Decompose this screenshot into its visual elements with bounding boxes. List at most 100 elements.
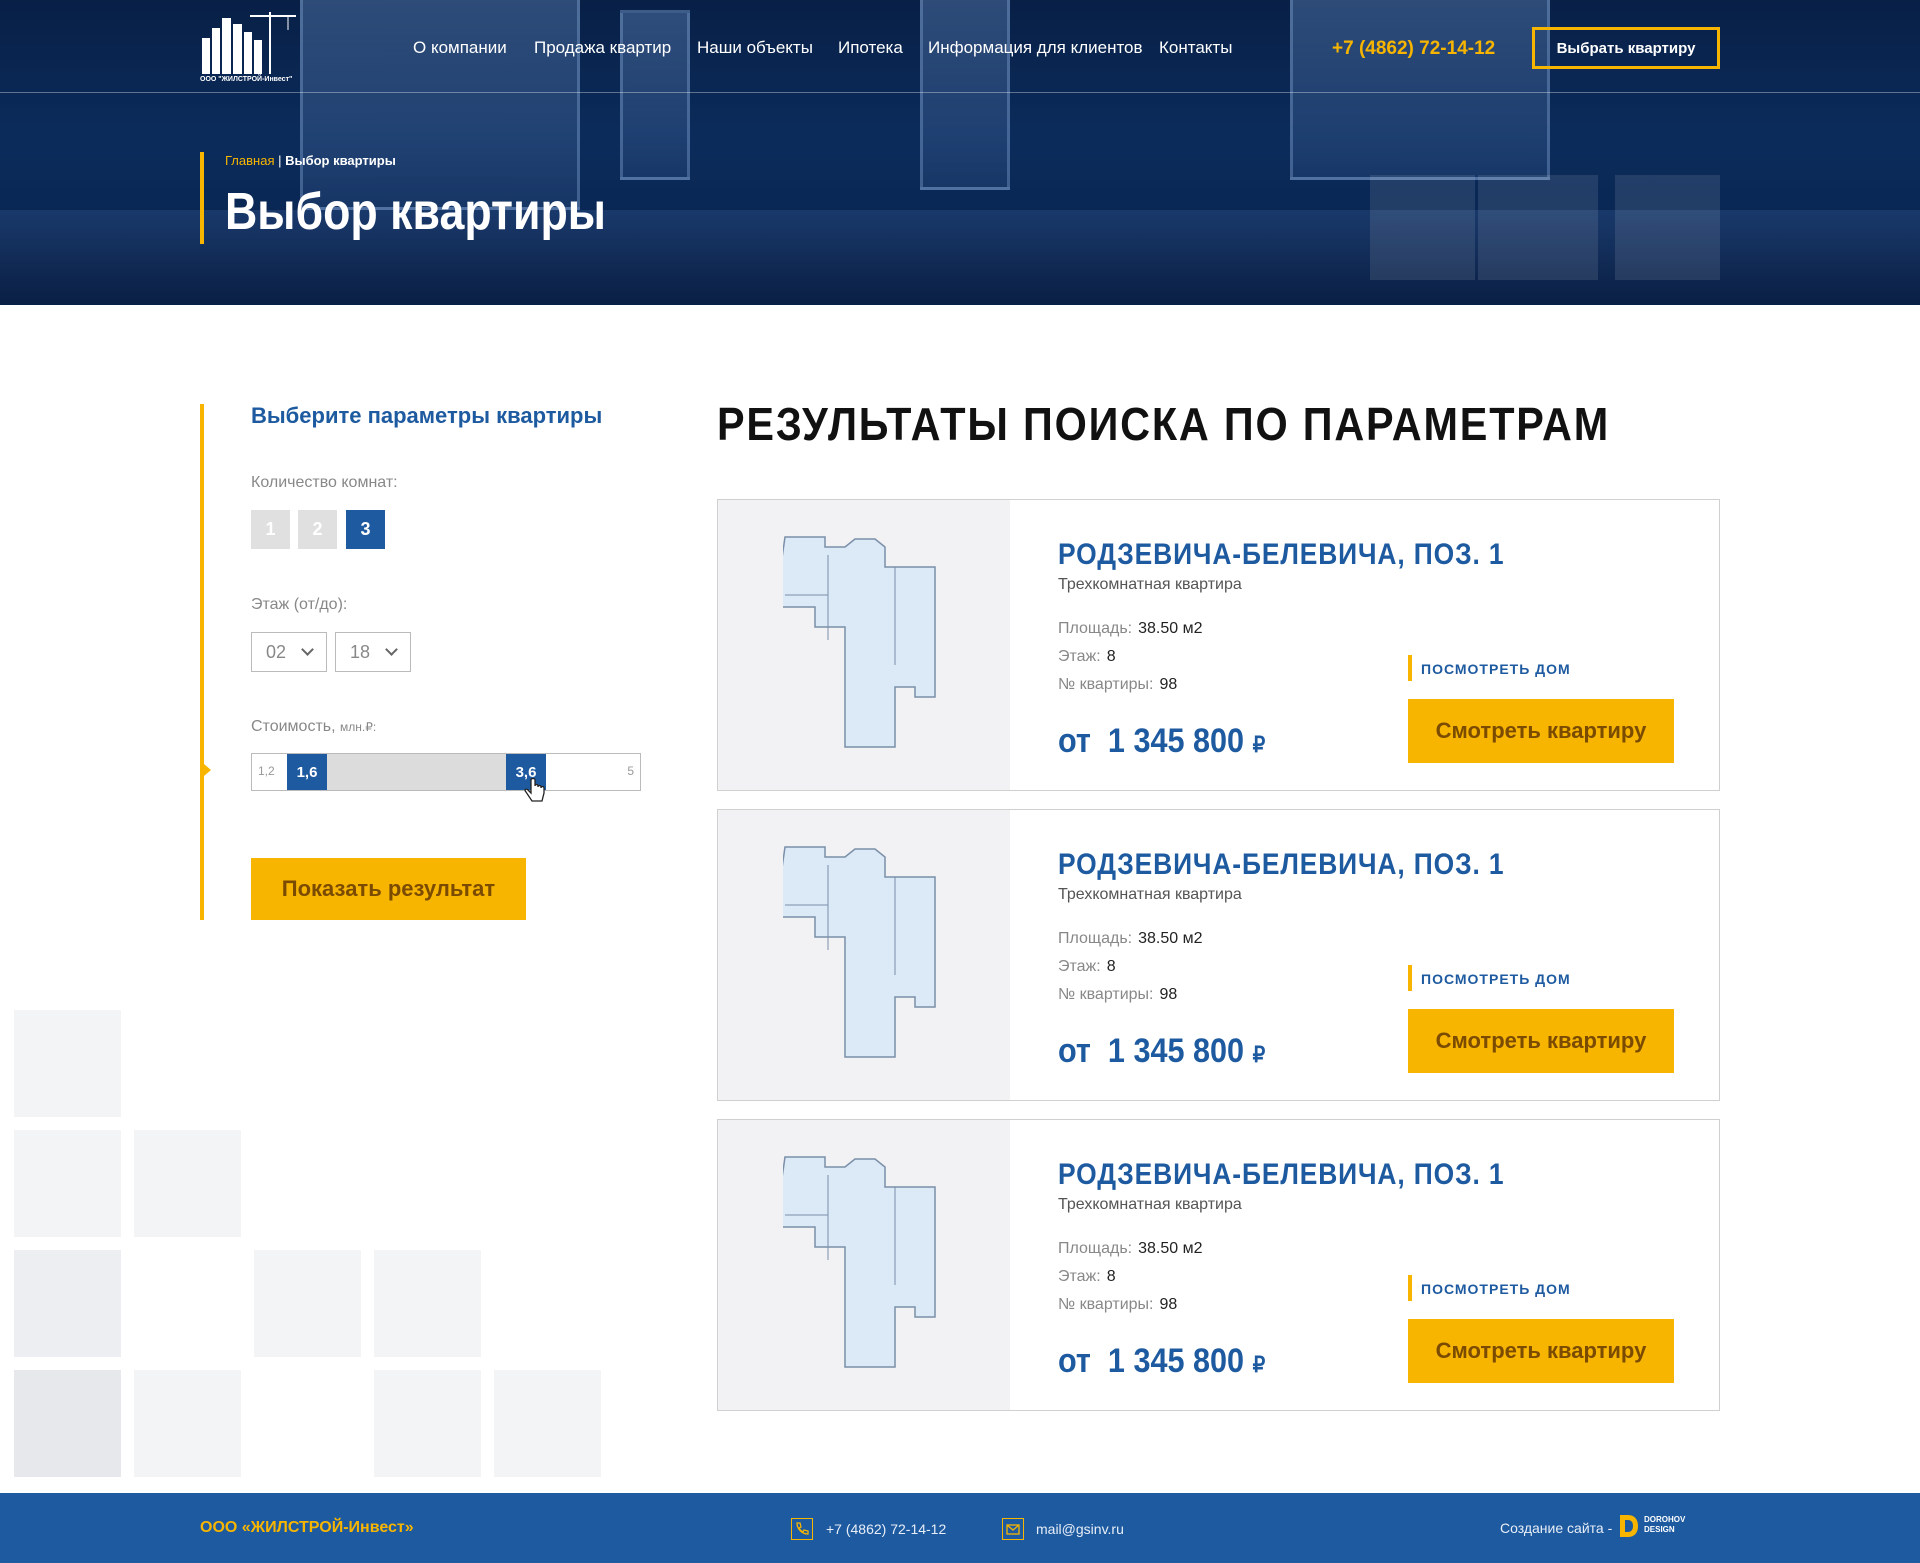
price-value: 1 345 800 [1107, 1342, 1245, 1380]
decor-square [494, 1370, 601, 1477]
price: от 1 345 800 ₽ [1058, 1342, 1265, 1381]
decor-square [374, 1250, 481, 1357]
view-house-link[interactable]: ПОСМОТРЕТЬ ДОМ [1421, 1281, 1571, 1297]
nav-item-objects[interactable]: Наши объекты [697, 38, 813, 58]
apartment-number-value: 98 [1159, 676, 1178, 693]
decor-square [254, 1250, 361, 1357]
area-row: Площадь: 38.50 м2 [1058, 930, 1202, 948]
site-creator-label: Создание сайта - [1500, 1520, 1613, 1536]
floor-value: 8 [1106, 1268, 1116, 1285]
apartment-number-label: № квартиры: [1058, 986, 1154, 1003]
complex-name: РОДЗЕВИЧА-БЕЛЕВИЧА, ПОЗ. 1 [1058, 848, 1505, 881]
decor-square [134, 1370, 241, 1477]
floor-from-select[interactable]: 02 [251, 632, 327, 672]
show-results-button[interactable]: Показать результат [251, 858, 526, 920]
view-house-link[interactable]: ПОСМОТРЕТЬ ДОМ [1421, 661, 1571, 677]
floor-plan-image[interactable] [718, 1120, 1010, 1410]
dorohov-logo-icon[interactable] [1618, 1513, 1640, 1539]
price-from-handle[interactable]: 1,6 [287, 754, 327, 790]
apartment-number-value: 98 [1159, 1296, 1178, 1313]
room-option-3[interactable]: 3 [346, 510, 385, 549]
floor-row: Этаж: 8 [1058, 958, 1116, 976]
decor-square [134, 1130, 241, 1237]
results-title: РЕЗУЛЬТАТЫ ПОИСКА ПО ПАРАМЕТРАМ [717, 398, 1611, 450]
pointer-cursor-icon [524, 778, 545, 802]
price-label: Стоимость, млн.₽: [251, 718, 376, 736]
floor-plan-icon [783, 536, 936, 748]
decor-square [14, 1250, 121, 1357]
nav-item-contacts[interactable]: Контакты [1159, 38, 1232, 58]
price-value: 1 345 800 [1107, 722, 1245, 760]
floor-plan-image[interactable] [718, 500, 1010, 790]
area-label: Площадь: [1058, 1240, 1133, 1257]
floor-to-value: 18 [350, 641, 371, 662]
page-title: Выбор квартиры [225, 183, 606, 241]
mail-icon [1002, 1518, 1024, 1540]
chevron-down-icon [385, 643, 398, 656]
area-row: Площадь: 38.50 м2 [1058, 620, 1202, 638]
floor-row: Этаж: 8 [1058, 1268, 1116, 1286]
area-value: 38.50 м2 [1138, 1240, 1203, 1257]
logo-caption: ООО "ЖИЛСТРОЙ-Инвест" [200, 76, 293, 83]
floor-label: Этаж: [1058, 648, 1101, 665]
apartment-type: Трехкомнатная квартира [1058, 576, 1242, 593]
breadcrumb-separator: | [274, 153, 286, 168]
room-option-1[interactable]: 1 [251, 510, 290, 549]
price-currency: ₽ [1252, 1352, 1266, 1377]
complex-name: РОДЗЕВИЧА-БЕЛЕВИЧА, ПОЗ. 1 [1058, 1158, 1505, 1191]
footer-phone[interactable]: +7 (4862) 72-14-12 [826, 1521, 946, 1537]
breadcrumb: Главная | Выбор квартиры [225, 153, 396, 168]
price-prefix: от [1058, 1342, 1091, 1380]
hero-banner: ООО "ЖИЛСТРОЙ-Инвест" О компании Продажа… [0, 0, 1920, 305]
breadcrumb-home[interactable]: Главная [225, 153, 274, 168]
number-row: № квартиры: 98 [1058, 676, 1177, 694]
view-apartment-button[interactable]: Смотреть квартиру [1408, 1009, 1674, 1073]
floor-plan-icon [783, 1156, 936, 1368]
view-apartment-button[interactable]: Смотреть квартиру [1408, 699, 1674, 763]
result-card: РОДЗЕВИЧА-БЕЛЕВИЧА, ПОЗ. 1 Трехкомнатная… [717, 809, 1720, 1101]
apartment-number-label: № квартиры: [1058, 1296, 1154, 1313]
price-currency: ₽ [1252, 1042, 1266, 1067]
creator-brand-line-1: DOROHOV [1644, 1515, 1686, 1524]
price-currency: ₽ [1252, 732, 1266, 757]
phone-icon [791, 1518, 813, 1540]
choose-apartment-button[interactable]: Выбрать квартиру [1532, 27, 1720, 69]
creator-brand-line-2: DESIGN [1644, 1525, 1675, 1534]
creator-brand[interactable]: DOROHOV DESIGN [1644, 1515, 1685, 1535]
apartment-number-value: 98 [1159, 986, 1178, 1003]
price-min: 1,2 [258, 764, 275, 778]
floor-plan-icon [783, 846, 936, 1058]
floor-label: Этаж: [1058, 1268, 1101, 1285]
decor-square [14, 1130, 121, 1237]
house-link-accent [1408, 1275, 1412, 1301]
nav-item-clients-info[interactable]: Информация для клиентов [928, 38, 1143, 58]
view-house-link[interactable]: ПОСМОТРЕТЬ ДОМ [1421, 971, 1571, 987]
area-label: Площадь: [1058, 620, 1133, 637]
floor-row: Этаж: 8 [1058, 648, 1116, 666]
building-logo-icon [202, 12, 296, 74]
nav-item-mortgage[interactable]: Ипотека [838, 38, 903, 58]
price-max: 5 [627, 764, 634, 778]
view-apartment-button[interactable]: Смотреть квартиру [1408, 1319, 1674, 1383]
header-phone[interactable]: +7 (4862) 72-14-12 [1332, 38, 1495, 60]
footer: ООО «ЖИЛСТРОЙ-Инвест» +7 (4862) 72-14-12… [0, 1493, 1920, 1563]
footer-company-name: ООО «ЖИЛСТРОЙ-Инвест» [200, 1519, 414, 1536]
nav-item-sales[interactable]: Продажа квартир [534, 38, 671, 58]
house-link-accent [1408, 655, 1412, 681]
area-row: Площадь: 38.50 м2 [1058, 1240, 1202, 1258]
breadcrumb-current: Выбор квартиры [285, 153, 396, 168]
nav-item-about[interactable]: О компании [413, 38, 507, 58]
company-logo[interactable]: ООО "ЖИЛСТРОЙ-Инвест" [200, 10, 300, 90]
floor-plan-image[interactable] [718, 810, 1010, 1100]
apartment-type: Трехкомнатная квартира [1058, 886, 1242, 903]
room-option-2[interactable]: 2 [298, 510, 337, 549]
chevron-down-icon [301, 643, 314, 656]
price: от 1 345 800 ₽ [1058, 1032, 1265, 1071]
result-card: РОДЗЕВИЧА-БЕЛЕВИЧА, ПОЗ. 1 Трехкомнатная… [717, 499, 1720, 791]
price-range-slider[interactable]: 1,2 5 1,6 3,6 [251, 753, 641, 791]
decor-square [14, 1010, 121, 1117]
footer-email[interactable]: mail@gsinv.ru [1036, 1521, 1124, 1537]
decor-square [14, 1370, 121, 1477]
floor-value: 8 [1106, 958, 1116, 975]
floor-to-select[interactable]: 18 [335, 632, 411, 672]
